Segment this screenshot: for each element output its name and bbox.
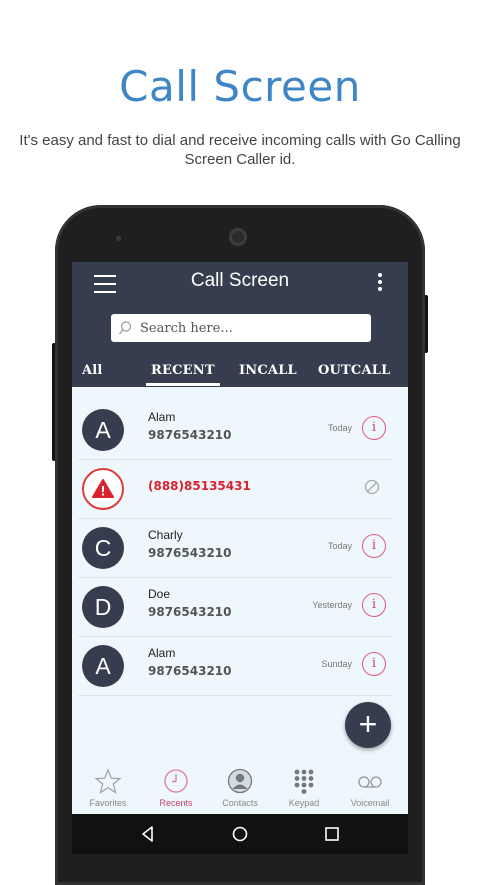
info-icon[interactable]: i [362, 593, 386, 617]
call-row[interactable]: A Alam 9876543210 Today i [78, 400, 392, 460]
caller-number: 9876543210 [148, 546, 232, 560]
caller-name: Alam [148, 410, 176, 424]
promo-title: Call Screen [119, 62, 361, 111]
info-icon[interactable]: i [362, 534, 386, 558]
back-icon[interactable] [138, 824, 158, 844]
star-icon [94, 768, 122, 794]
front-camera [229, 228, 247, 246]
phone-sensor [116, 236, 121, 241]
bottom-navigation: Favorites Recents Contacts Keypad Voicem… [72, 759, 408, 814]
add-call-button[interactable]: + [345, 702, 391, 748]
avatar: D [82, 586, 124, 628]
tab-recent[interactable]: RECENT [151, 363, 215, 378]
more-options-icon[interactable] [377, 273, 383, 295]
recent-apps-icon[interactable] [322, 824, 342, 844]
clock-icon [164, 769, 188, 793]
nav-label: Favorites [89, 798, 127, 808]
nav-label: Recents [159, 798, 193, 808]
nav-label: Voicemail [350, 798, 390, 808]
search-icon [118, 321, 132, 335]
tab-incall[interactable]: INCALL [239, 363, 297, 378]
contacts-icon [227, 768, 253, 794]
nav-label: Contacts [222, 798, 258, 808]
active-tab-indicator [146, 383, 220, 386]
tab-outcall[interactable]: OUTCALL [318, 363, 390, 378]
tab-all[interactable]: All [82, 363, 103, 378]
call-filter-tabs: All RECENT INCALL OUTCALL [72, 358, 408, 387]
call-time: Today [327, 423, 352, 433]
voicemail-icon [358, 776, 382, 788]
nav-keypad[interactable]: Keypad [272, 759, 336, 814]
search-input[interactable]: Search here... [111, 314, 371, 342]
call-time: Yesterday [312, 600, 352, 610]
avatar [82, 468, 124, 510]
block-icon[interactable] [364, 479, 380, 495]
info-icon[interactable]: i [362, 652, 386, 676]
avatar: A [82, 645, 124, 687]
call-row[interactable]: (888)85135431 [78, 459, 392, 519]
caller-name: Doe [148, 587, 171, 601]
caller-number: 9876543210 [148, 605, 232, 619]
nav-contacts[interactable]: Contacts [208, 759, 272, 814]
call-time: Today [327, 541, 352, 551]
avatar: A [82, 409, 124, 451]
nav-recents[interactable]: Recents [144, 759, 208, 814]
caller-number: (888)85135431 [148, 479, 251, 493]
phone-screen: Call Screen Search here... All RECENT IN… [72, 262, 408, 854]
keypad-icon [294, 769, 314, 794]
call-time: Sunday [321, 659, 352, 669]
caller-name: Charly [148, 528, 183, 542]
app-header: Call Screen Search here... All RECENT IN… [72, 262, 408, 387]
nav-label: Keypad [288, 798, 320, 808]
warning-icon [92, 479, 114, 498]
info-icon[interactable]: i [362, 416, 386, 440]
call-row[interactable]: D Doe 9876543210 Yesterday i [78, 577, 392, 637]
caller-number: 9876543210 [148, 428, 232, 442]
nav-favorites[interactable]: Favorites [76, 759, 140, 814]
caller-number: 9876543210 [148, 664, 232, 678]
avatar: C [82, 527, 124, 569]
search-placeholder: Search here... [140, 320, 233, 336]
app-title: Call Screen [190, 270, 290, 291]
call-row[interactable]: A Alam 9876543210 Sunday i [78, 636, 392, 696]
home-icon[interactable] [230, 824, 250, 844]
system-navigation-bar [72, 814, 408, 854]
nav-voicemail[interactable]: Voicemail [338, 759, 402, 814]
call-row[interactable]: C Charly 9876543210 Today i [78, 518, 392, 578]
promo-subtitle: It's easy and fast to dial and receive i… [19, 132, 461, 168]
caller-name: Alam [148, 646, 176, 660]
